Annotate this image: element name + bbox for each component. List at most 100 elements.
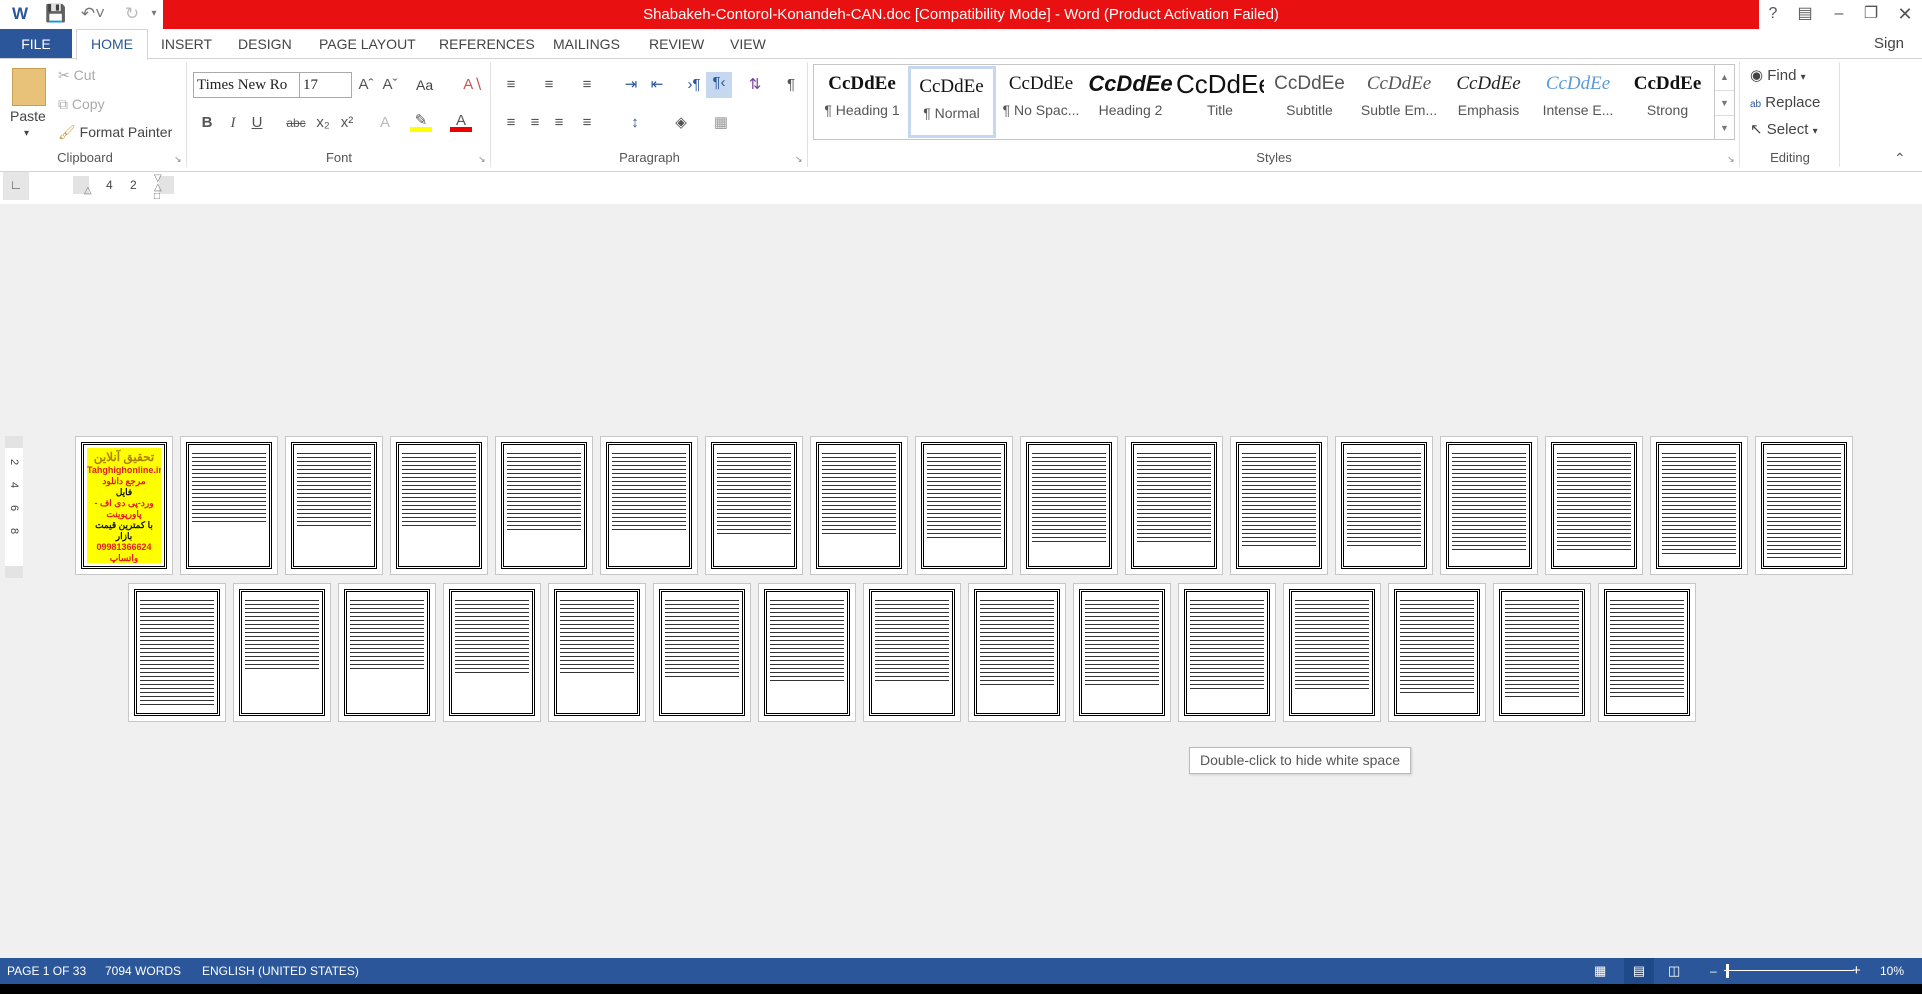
page-thumbnail[interactable] — [1335, 436, 1433, 575]
subscript-icon[interactable]: x₂ — [312, 112, 334, 134]
collapse-ribbon-icon[interactable]: ⌃ — [1894, 150, 1906, 167]
style-emphasis[interactable]: CcDdEe Emphasis — [1445, 66, 1533, 138]
style-subtle-em[interactable]: CcDdEe Subtle Em... — [1355, 66, 1443, 138]
style-no-spac[interactable]: CcDdEe ¶ No Spac... — [997, 66, 1085, 138]
page-thumbnail[interactable] — [1545, 436, 1643, 575]
page-thumbnail[interactable] — [758, 583, 856, 722]
page-thumbnail[interactable] — [653, 583, 751, 722]
paste-dropdown-icon[interactable]: ▾ — [24, 128, 29, 139]
language-status[interactable]: ENGLISH (UNITED STATES) — [202, 958, 359, 984]
tab-home[interactable]: HOME — [76, 29, 148, 60]
undo-icon[interactable]: ↶˅ — [76, 3, 110, 25]
style-heading-1[interactable]: CcDdEe ¶ Heading 1 — [818, 66, 906, 138]
ltr-icon[interactable]: ›¶ — [683, 74, 705, 96]
style-strong[interactable]: CcDdEe Strong — [1624, 66, 1712, 138]
zoom-slider[interactable] — [1724, 970, 1854, 971]
save-icon[interactable]: 💾 — [44, 3, 68, 25]
numbering-icon[interactable]: ≡ — [538, 74, 560, 96]
tab-review[interactable]: REVIEW — [641, 29, 712, 59]
page-thumbnail[interactable] — [1388, 583, 1486, 722]
styles-launcher-icon[interactable]: ↘ — [1727, 154, 1735, 165]
tab-selector-icon[interactable]: ∟ — [3, 172, 29, 200]
tab-references[interactable]: REFERENCES — [431, 29, 543, 59]
page-thumbnail[interactable] — [1650, 436, 1748, 575]
align-center-icon[interactable]: ≡ — [524, 112, 546, 134]
replace-button[interactable]: ab Replace — [1750, 94, 1820, 111]
tab-file[interactable]: FILE — [0, 29, 72, 59]
page-thumbnail[interactable] — [338, 583, 436, 722]
page-thumbnail[interactable] — [443, 583, 541, 722]
close-button[interactable]: ✕ — [1890, 2, 1920, 26]
page-thumbnail[interactable] — [285, 436, 383, 575]
tab-design[interactable]: DESIGN — [230, 29, 300, 59]
rtl-icon[interactable]: ¶‹ — [706, 72, 732, 98]
page-thumbnail[interactable] — [390, 436, 488, 575]
style-intense-e[interactable]: CcDdEe Intense E... — [1534, 66, 1622, 138]
print-layout-icon[interactable]: ▤ — [1624, 958, 1654, 984]
word-count[interactable]: 7094 WORDS — [105, 958, 181, 984]
change-case-button[interactable]: Aa — [416, 77, 433, 93]
decrease-indent-icon[interactable]: ⇥ — [620, 74, 642, 96]
page-thumbnail[interactable] — [1440, 436, 1538, 575]
paragraph-launcher-icon[interactable]: ↘ — [795, 154, 803, 165]
zoom-in-icon[interactable]: + — [1852, 958, 1861, 984]
shrink-font-icon[interactable]: Aˇ — [379, 74, 401, 96]
style-normal[interactable]: CcDdEe ¶ Normal — [907, 66, 996, 138]
format-painter-button[interactable]: 🖌 Format Painter — [58, 124, 172, 141]
page-thumbnail[interactable] — [863, 583, 961, 722]
customize-qat-icon[interactable]: ▾ — [148, 3, 160, 25]
bullets-icon[interactable]: ≡ — [500, 74, 522, 96]
page-thumbnail[interactable] — [600, 436, 698, 575]
ribbon-display-options-icon[interactable]: ▤ — [1790, 2, 1820, 26]
minimize-button[interactable]: – — [1824, 2, 1854, 26]
clear-formatting-icon[interactable]: A∖ — [462, 74, 484, 96]
zoom-out-icon[interactable]: – — [1710, 958, 1717, 984]
font-name-input[interactable]: Times New Ro — [193, 72, 300, 98]
word-app-icon[interactable]: W — [8, 3, 32, 25]
gallery-scroll[interactable]: ▲ ▼ ▼ — [1715, 64, 1735, 140]
page-thumbnail[interactable] — [1598, 583, 1696, 722]
zoom-level[interactable]: 10% — [1880, 958, 1904, 984]
font-size-input[interactable]: 17 — [299, 72, 352, 98]
page-thumbnail[interactable] — [1283, 583, 1381, 722]
sign-in-link[interactable]: Sign in — [1866, 29, 1922, 82]
style-subtitle[interactable]: CcDdEe Subtitle — [1266, 66, 1354, 138]
italic-icon[interactable]: I — [222, 112, 244, 134]
restore-button[interactable]: ❐ — [1856, 2, 1886, 26]
vertical-ruler[interactable]: 2 4 6 8 — [5, 436, 23, 578]
page-thumbnail[interactable] — [180, 436, 278, 575]
tab-view[interactable]: VIEW — [722, 29, 774, 59]
right-indent-marker[interactable]: ▽ △ □ — [154, 174, 162, 202]
tab-page-layout[interactable]: PAGE LAYOUT — [311, 29, 424, 59]
tab-mailings[interactable]: MAILINGS — [545, 29, 628, 59]
align-left-icon[interactable]: ≡ — [500, 112, 522, 134]
page-thumbnail[interactable] — [495, 436, 593, 575]
grow-font-icon[interactable]: Aˆ — [355, 74, 377, 96]
select-button[interactable]: ↖ Select ▾ — [1750, 120, 1818, 138]
superscript-icon[interactable]: x² — [336, 112, 358, 134]
tab-insert[interactable]: INSERT — [153, 29, 220, 59]
style-title[interactable]: CcDdEe Title — [1176, 66, 1264, 138]
paste-button[interactable]: Paste — [10, 108, 46, 124]
multilevel-list-icon[interactable]: ≡ — [576, 74, 598, 96]
line-spacing-icon[interactable]: ↕ — [624, 112, 646, 134]
bold-icon[interactable]: B — [196, 112, 218, 134]
underline-icon[interactable]: U — [246, 112, 268, 134]
shading-icon[interactable]: ◈ — [670, 112, 692, 134]
cut-button[interactable]: ✂ Cut — [58, 67, 95, 84]
sort-icon[interactable]: ⇅ — [744, 74, 766, 96]
help-button[interactable]: ? — [1758, 2, 1788, 26]
gallery-down-icon[interactable]: ▼ — [1715, 90, 1734, 115]
page-thumbnail[interactable] — [1178, 583, 1276, 722]
page-thumbnail[interactable] — [1125, 436, 1223, 575]
page-thumbnail[interactable] — [1230, 436, 1328, 575]
page-thumbnail[interactable] — [915, 436, 1013, 575]
align-right-icon[interactable]: ≡ — [548, 112, 570, 134]
page-thumbnail[interactable] — [1073, 583, 1171, 722]
page-thumbnail[interactable] — [128, 583, 226, 722]
gallery-up-icon[interactable]: ▲ — [1715, 65, 1734, 90]
page-count[interactable]: PAGE 1 OF 33 — [7, 958, 86, 984]
increase-indent-icon[interactable]: ⇤ — [646, 74, 668, 96]
page-thumbnail[interactable] — [548, 583, 646, 722]
paste-icon[interactable] — [12, 68, 46, 106]
